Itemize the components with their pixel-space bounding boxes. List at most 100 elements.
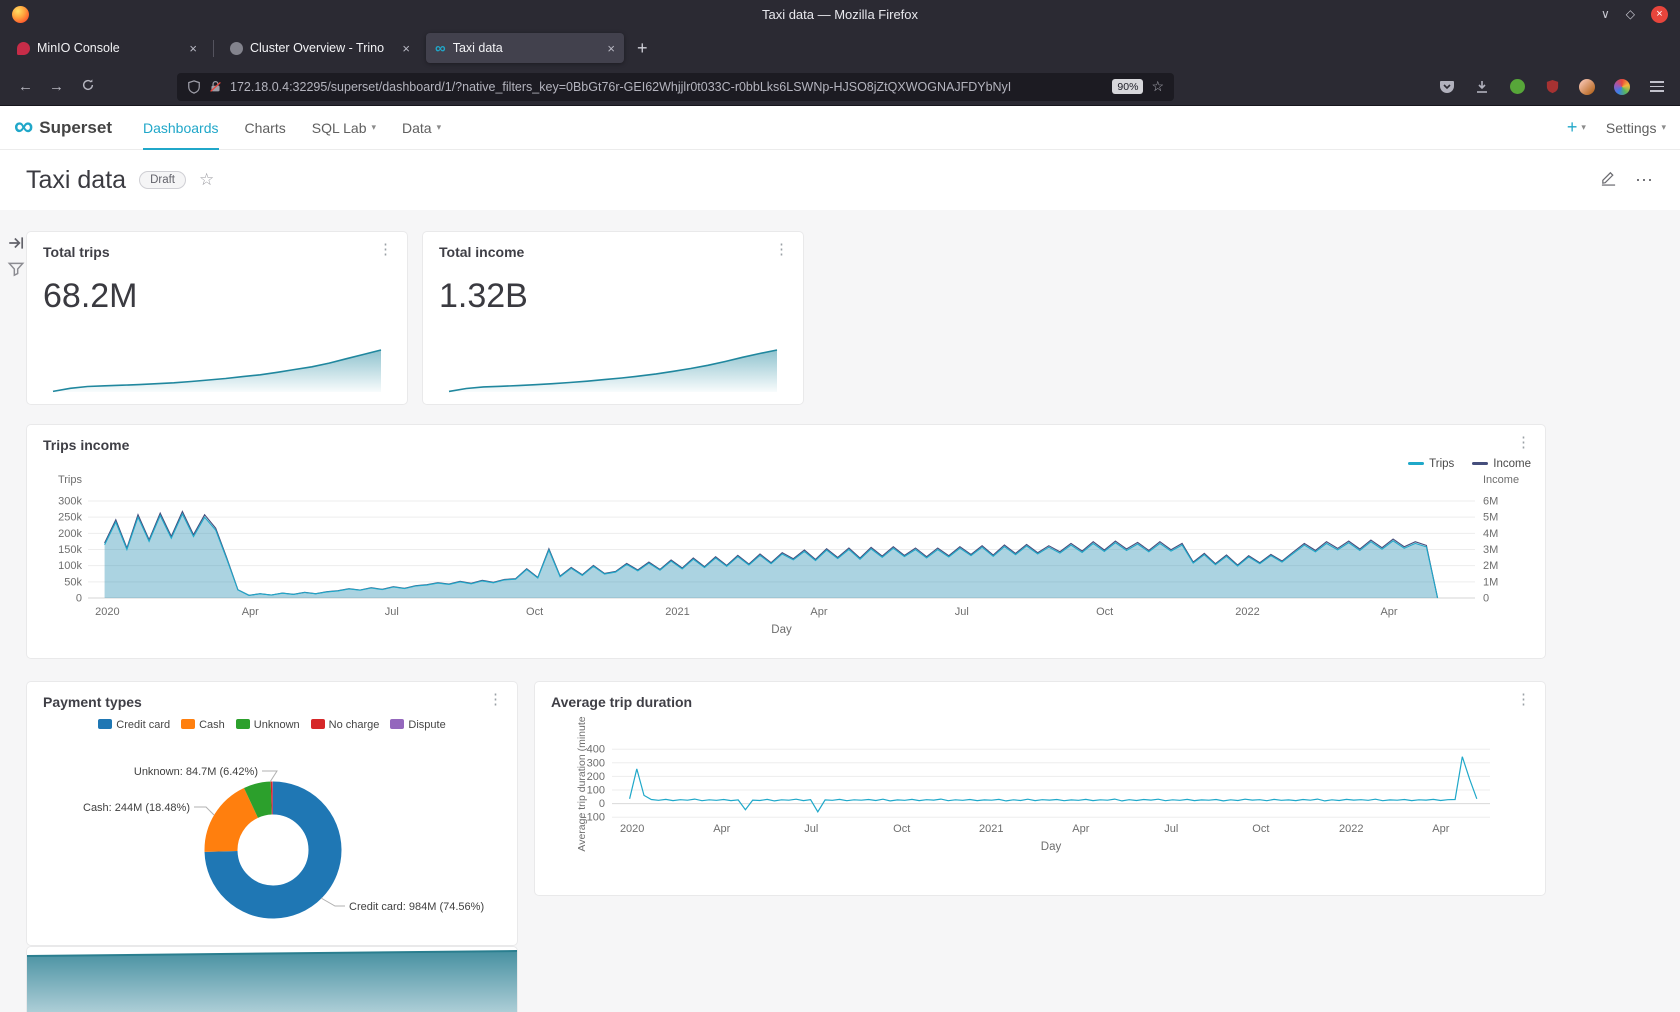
filter-icon[interactable]	[7, 260, 25, 278]
svg-text:Oct: Oct	[1252, 823, 1269, 835]
svg-text:Credit card: 984M (74.56%): Credit card: 984M (74.56%)	[349, 901, 484, 913]
svg-text:3M: 3M	[1483, 544, 1498, 556]
svg-text:50k: 50k	[64, 576, 82, 588]
url-input[interactable]: 172.18.0.4:32295/superset/dashboard/1/?n…	[177, 73, 1174, 101]
svg-text:4M: 4M	[1483, 528, 1498, 540]
shield-icon[interactable]	[187, 80, 201, 94]
nav-data[interactable]: Data▾	[402, 106, 441, 150]
nav-dashboards[interactable]: Dashboards	[143, 106, 219, 150]
brand-name: Superset	[39, 118, 112, 138]
svg-text:Unknown: 84.7M (6.42%): Unknown: 84.7M (6.42%)	[134, 766, 258, 778]
tab-close-icon[interactable]: ×	[189, 41, 197, 56]
svg-text:2020: 2020	[620, 823, 644, 835]
tab-minio-console[interactable]: MinIO Console ×	[8, 33, 206, 63]
svg-text:Apr: Apr	[1432, 823, 1449, 835]
svg-text:Jul: Jul	[1164, 823, 1178, 835]
url-text[interactable]: 172.18.0.4:32295/superset/dashboard/1/?n…	[230, 80, 1104, 94]
superset-logo[interactable]: ∞ Superset	[14, 116, 112, 140]
nav-sql-lab[interactable]: SQL Lab▾	[312, 106, 376, 150]
chevron-down-icon: ▾	[437, 122, 442, 133]
menu-icon[interactable]	[1648, 78, 1666, 96]
svg-text:Apr: Apr	[713, 823, 730, 835]
more-options-icon[interactable]: ⋮	[774, 242, 789, 257]
svg-text:Oct: Oct	[1096, 606, 1113, 618]
chevron-down-icon: ▾	[1661, 122, 1666, 133]
trips-income-chart[interactable]: 300k6M250k5M200k4M150k3M100k2M50k1M00Tri…	[27, 425, 1545, 658]
svg-text:300: 300	[587, 757, 605, 769]
payment-types-donut-chart[interactable]: Unknown: 84.7M (6.42%) Cash: 244M (18.48%…	[27, 682, 517, 945]
extension-green-icon[interactable]	[1508, 78, 1526, 96]
new-tab-button[interactable]: +	[637, 38, 648, 59]
svg-text:Apr: Apr	[242, 606, 259, 618]
svg-text:Day: Day	[1041, 841, 1062, 853]
svg-text:2022: 2022	[1235, 606, 1259, 618]
dashboard-title-row: Taxi data Draft ☆ ⋯	[0, 150, 1680, 210]
tab-trino-cluster[interactable]: Cluster Overview - Trino ×	[221, 33, 419, 63]
downloads-icon[interactable]	[1473, 78, 1491, 96]
page-title: Taxi data	[26, 166, 126, 195]
svg-text:Trips: Trips	[58, 474, 83, 486]
svg-text:250k: 250k	[58, 512, 82, 524]
superset-header: ∞ Superset Dashboards Charts SQL Lab▾ Da…	[0, 106, 1680, 150]
chevron-down-icon: ▾	[371, 122, 376, 133]
tab-bar: MinIO Console × Cluster Overview - Trino…	[0, 28, 1680, 68]
more-options-icon[interactable]: ⋮	[378, 242, 393, 257]
new-item-button[interactable]: +▾	[1567, 117, 1586, 138]
avg-trip-duration-chart[interactable]: 4003002001000-100Average trip duration (…	[535, 682, 1545, 895]
minio-favicon-icon	[17, 42, 30, 55]
svg-text:400: 400	[587, 744, 605, 756]
bookmark-star-icon[interactable]: ☆	[1151, 78, 1164, 95]
ublock-shield-icon[interactable]	[1543, 78, 1561, 96]
tab-close-icon[interactable]: ×	[402, 41, 410, 56]
tab-close-icon[interactable]: ×	[607, 41, 615, 56]
svg-text:0: 0	[1483, 593, 1489, 605]
chevron-down-icon: ▾	[1581, 122, 1586, 133]
more-options-icon[interactable]: ⋯	[1635, 170, 1654, 191]
edit-dashboard-button[interactable]	[1600, 169, 1617, 191]
partial-area-chart[interactable]	[27, 947, 517, 1012]
nav-charts[interactable]: Charts	[245, 106, 286, 150]
firefox-logo-icon	[12, 6, 29, 23]
svg-text:300k: 300k	[58, 496, 82, 508]
big-number-value: 68.2M	[27, 260, 407, 316]
insecure-lock-icon[interactable]	[209, 80, 222, 93]
window-minimize-button[interactable]: ∨	[1601, 8, 1610, 20]
window-maximize-button[interactable]: ◇	[1626, 8, 1635, 20]
partial-chart-card	[27, 947, 517, 1012]
reload-button[interactable]	[72, 78, 103, 96]
svg-text:2022: 2022	[1339, 823, 1363, 835]
svg-text:0: 0	[599, 798, 605, 810]
forward-button[interactable]: →	[41, 78, 72, 95]
svg-text:Average trip duration (minute: Average trip duration (minute	[576, 716, 588, 851]
back-button[interactable]: ←	[10, 78, 41, 95]
trino-favicon-icon	[230, 42, 243, 55]
svg-text:Oct: Oct	[526, 606, 543, 618]
profile-avatar[interactable]	[1578, 78, 1596, 96]
expand-filter-bar-icon[interactable]	[7, 234, 25, 252]
svg-text:Day: Day	[771, 624, 792, 636]
svg-text:5M: 5M	[1483, 512, 1498, 524]
dashboard-grid: Total trips ⋮ 68.2M Total income ⋮ 1.32B…	[0, 210, 1680, 1012]
tab-taxi-data[interactable]: ∞ Taxi data ×	[426, 33, 624, 63]
extension-pinwheel-icon[interactable]	[1613, 78, 1631, 96]
settings-menu[interactable]: Settings▾	[1606, 120, 1666, 136]
window-close-button[interactable]: ×	[1651, 6, 1668, 23]
favorite-star-icon[interactable]: ☆	[199, 170, 214, 190]
pocket-icon[interactable]	[1438, 78, 1456, 96]
svg-text:2M: 2M	[1483, 560, 1498, 572]
tab-label: MinIO Console	[37, 41, 182, 55]
window-title: Taxi data — Mozilla Firefox	[0, 7, 1680, 22]
tab-separator	[213, 40, 214, 57]
total-trips-card: Total trips ⋮ 68.2M	[27, 232, 407, 404]
svg-text:2021: 2021	[665, 606, 689, 618]
svg-text:1M: 1M	[1483, 576, 1498, 588]
status-badge: Draft	[139, 171, 186, 189]
zoom-indicator[interactable]: 90%	[1112, 79, 1143, 94]
svg-text:Cash: 244M (18.48%): Cash: 244M (18.48%)	[83, 802, 190, 814]
total-trips-sparkline-chart[interactable]	[27, 342, 407, 398]
card-title: Total trips	[43, 244, 110, 260]
svg-text:Jul: Jul	[385, 606, 399, 618]
total-income-sparkline-chart[interactable]	[423, 342, 803, 398]
tab-label: Cluster Overview - Trino	[250, 41, 395, 55]
payment-types-card: Payment types ⋮ Credit card Cash Unknown…	[27, 682, 517, 945]
